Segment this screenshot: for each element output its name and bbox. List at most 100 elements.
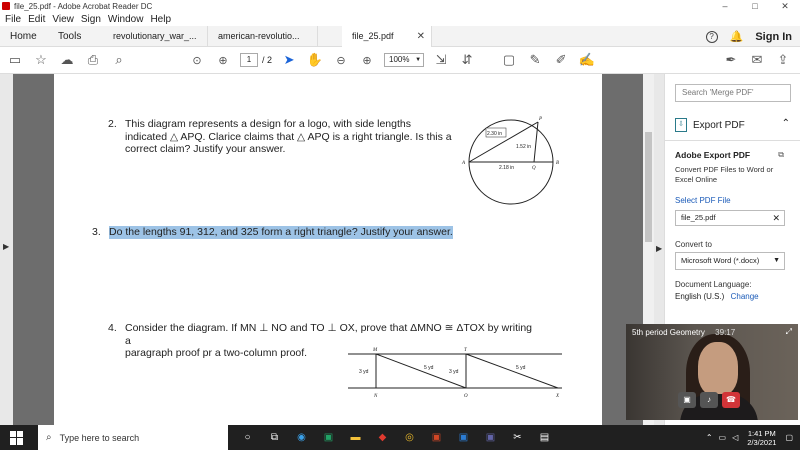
menu-edit[interactable]: Edit (28, 14, 45, 25)
file-explorer-icon[interactable]: ▬ (342, 425, 369, 450)
snip-icon[interactable]: ✂ (504, 425, 531, 450)
volume-icon[interactable]: ◁ (732, 433, 738, 442)
select-cursor-icon[interactable]: ➤ (276, 52, 302, 68)
cortana-icon[interactable]: ○ (234, 425, 261, 450)
highlight-pen-icon[interactable]: ✎ (522, 52, 548, 68)
menu-help[interactable]: Help (150, 14, 171, 25)
camera-toggle-icon[interactable]: ▣ (678, 392, 696, 408)
close-window-button[interactable]: ✕ (770, 0, 800, 12)
menu-window[interactable]: Window (108, 14, 144, 25)
selected-file-field[interactable]: file_25.pdf ✕ (675, 210, 785, 226)
convert-format-select[interactable]: Microsoft Word (*.docx) ▼ (675, 252, 785, 270)
meeting-title: 5th period Geometry (632, 328, 705, 337)
mic-toggle-icon[interactable]: ♪ (700, 392, 718, 408)
taskbar-search[interactable]: ⌕ Type here to search (38, 425, 228, 450)
menu-file[interactable]: File (5, 14, 21, 25)
share-icon[interactable]: ⇪ (770, 52, 796, 68)
network-icon[interactable]: ▭ (719, 433, 727, 442)
page-up-icon[interactable]: ⊙ (184, 54, 210, 67)
menu-view[interactable]: View (52, 14, 74, 25)
side-ap-label: 2.30 in (487, 131, 502, 137)
hand-tool-icon[interactable]: ✋ (302, 52, 328, 68)
document-language-value: English (U.S.) (675, 292, 725, 301)
maximize-button[interactable]: □ (740, 0, 770, 12)
notepad-icon[interactable]: ▤ (531, 425, 558, 450)
comment-icon[interactable]: ▢ (496, 52, 522, 68)
question-3: 3. Do the lengths 91, 312, and 325 form … (92, 226, 492, 240)
question-text-highlighted[interactable]: Do the lengths 91, 312, and 325 form a r… (109, 226, 453, 239)
expand-video-icon[interactable]: ⤢ (786, 327, 792, 337)
system-tray: ⌃ ▭ ◁ 1:41 PM 2/3/2021 ▢ (703, 425, 796, 450)
minimize-button[interactable]: – (710, 0, 740, 12)
video-call-window[interactable]: 5th period Geometry 39:17 ⤢ ▣ ♪ ☎ (626, 324, 798, 420)
page-down-icon[interactable]: ⊕ (210, 54, 236, 67)
remove-file-icon[interactable]: ✕ (772, 211, 780, 225)
tab-doc-file-25[interactable]: file_25.pdf ✕ (342, 25, 432, 47)
word-icon[interactable]: ▣ (450, 425, 477, 450)
page-total: / 2 (262, 55, 273, 65)
teams-icon[interactable]: ▣ (477, 425, 504, 450)
question-line: Consider the diagram. If MN ⊥ NO and TO … (125, 322, 533, 347)
search-icon: ⌕ (46, 432, 52, 443)
tab-home[interactable]: Home (0, 26, 48, 47)
chrome-icon[interactable]: ◎ (396, 425, 423, 450)
tools-search-input[interactable]: Search 'Merge PDF' (675, 84, 791, 102)
expand-left-icon[interactable]: ▶ (3, 242, 9, 251)
tab-doc-label: file_25.pdf (352, 30, 394, 41)
change-language-link[interactable]: Change (731, 292, 759, 301)
tab-bar: Home Tools revolutionary_war_... america… (0, 25, 800, 47)
taskbar-search-placeholder: Type here to search (59, 432, 140, 443)
notifications-icon[interactable]: ▢ (785, 433, 793, 442)
upload-cloud-icon[interactable]: ☁ (54, 52, 80, 68)
copy-icon[interactable]: ⧉ (778, 150, 784, 160)
help-icon[interactable]: ? (705, 30, 718, 43)
side-mo-label: 5 yd (424, 365, 434, 371)
zoom-out-icon[interactable]: ⊖ (328, 54, 354, 67)
fit-page-icon[interactable]: ⇲ (428, 52, 454, 68)
sign-icon[interactable]: ✍ (574, 52, 600, 68)
print-icon[interactable]: ⎙ (80, 52, 106, 68)
sign-in-button[interactable]: Sign In (755, 31, 792, 43)
bookmark-star-icon[interactable]: ☆ (28, 52, 54, 68)
chevron-up-icon[interactable]: ⌃ (782, 118, 790, 129)
system-clock[interactable]: 1:41 PM 2/3/2021 (747, 429, 776, 447)
question-line: indicated △ APQ. Clarice claims that △ A… (125, 130, 452, 143)
save-icon[interactable]: ▭ (2, 52, 28, 68)
export-pdf-header[interactable]: ⇩ Export PDF (675, 118, 745, 132)
document-language-label: Document Language: (675, 280, 752, 289)
question-line: correct claim? Justify your answer. (125, 143, 286, 155)
task-view-icon[interactable]: ⧉ (261, 425, 288, 450)
point-m-label: M (372, 348, 378, 353)
notifications-bell-icon[interactable]: 🔔 (730, 30, 744, 43)
zoom-select[interactable]: 100% ▼ (384, 53, 425, 67)
tab-doc-american-revolution[interactable]: american-revolutio... (208, 25, 318, 47)
tray-expand-icon[interactable]: ⌃ (706, 433, 713, 442)
document-viewer[interactable]: ▶ 2. This diagram represents a design fo… (0, 74, 664, 425)
page-number-input[interactable]: 1 (240, 53, 258, 67)
zoom-in-icon[interactable]: ⊕ (354, 54, 380, 67)
email-icon[interactable]: ✉ (744, 52, 770, 68)
windows-taskbar: ⌕ Type here to search ○ ⧉ ◉ ▣ ▬ ◆ ◎ ▣ ▣ … (0, 425, 800, 450)
close-tab-icon[interactable]: ✕ (417, 26, 425, 47)
scroll-mode-icon[interactable]: ⇵ (454, 52, 480, 68)
select-pdf-file-link[interactable]: Select PDF File (675, 196, 731, 205)
menu-sign[interactable]: Sign (81, 14, 101, 25)
edge-icon[interactable]: ◉ (288, 425, 315, 450)
page-navigator: 1 / 2 (240, 53, 272, 67)
powerpoint-icon[interactable]: ▣ (423, 425, 450, 450)
draw-icon[interactable]: ✐ (548, 52, 574, 68)
search-icon[interactable]: ⌕ (106, 52, 132, 68)
windows-start-icon[interactable] (10, 430, 24, 445)
point-q-label: Q (532, 166, 536, 171)
excel-icon[interactable]: ▣ (315, 425, 342, 450)
expand-right-icon[interactable]: ▶ (656, 244, 662, 253)
left-nav-strip[interactable]: ▶ (0, 74, 13, 425)
fill-sign-icon[interactable]: ✒ (718, 52, 744, 68)
tab-doc-revolutionary-war[interactable]: revolutionary_war_... (103, 25, 208, 47)
acrobat-taskbar-icon[interactable]: ◆ (369, 425, 396, 450)
tab-tools[interactable]: Tools (48, 26, 103, 47)
end-call-icon[interactable]: ☎ (722, 392, 740, 408)
point-b-label: B (556, 161, 559, 166)
call-controls: ▣ ♪ ☎ (678, 392, 740, 408)
scrollbar-thumb[interactable] (645, 132, 652, 242)
